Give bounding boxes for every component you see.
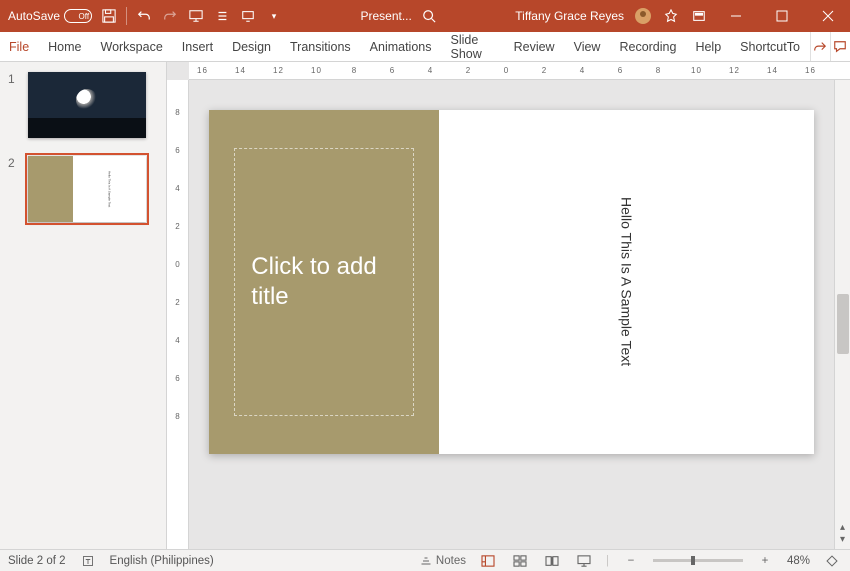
slide-right-panel: Hello This Is A Sample Text xyxy=(439,110,814,454)
accessibility-icon[interactable] xyxy=(78,553,98,569)
save-icon[interactable] xyxy=(100,7,118,25)
qat-customize-icon[interactable]: ▾ xyxy=(265,7,283,25)
maximize-button[interactable] xyxy=(764,0,800,32)
fit-to-window-icon[interactable] xyxy=(822,553,842,569)
tab-help[interactable]: Help xyxy=(686,32,731,61)
slide-left-panel: Click to add title xyxy=(209,110,439,454)
slide-thumbnail-2[interactable]: Hello This Is A Sample Text xyxy=(28,156,146,222)
language-label[interactable]: English (Philippines) xyxy=(110,555,214,567)
undo-icon[interactable] xyxy=(135,7,153,25)
next-slide-icon[interactable]: ▾ xyxy=(840,535,845,545)
zoom-in-icon[interactable]: + xyxy=(755,553,775,569)
title-placeholder[interactable]: Click to add title xyxy=(234,148,413,416)
slide-thumbnail-1[interactable] xyxy=(28,72,146,138)
reading-view-icon[interactable] xyxy=(542,553,562,569)
tab-transitions[interactable]: Transitions xyxy=(281,32,361,61)
slide-canvas-area[interactable]: Click to add title Hello This Is A Sampl… xyxy=(189,80,834,549)
zoom-out-icon[interactable]: − xyxy=(621,553,641,569)
vertical-scrollbar[interactable]: ▴ ▾ xyxy=(834,80,850,549)
notes-toggle[interactable]: Notes xyxy=(420,553,466,569)
tab-workspace[interactable]: Workspace xyxy=(92,32,173,61)
slide-counter[interactable]: Slide 2 of 2 xyxy=(8,555,66,567)
autosave-toggle[interactable]: AutoSave Off xyxy=(8,9,92,23)
tab-review[interactable]: Review xyxy=(505,32,565,61)
tab-design[interactable]: Design xyxy=(223,32,281,61)
ribbon-display-icon[interactable] xyxy=(690,7,708,25)
zoom-knob[interactable] xyxy=(691,556,695,565)
autosave-label: AutoSave xyxy=(8,9,60,23)
present-icon[interactable] xyxy=(187,7,205,25)
autosave-switch[interactable]: Off xyxy=(64,9,92,23)
slide-thumbnail-panel: 1 2 Hello This Is A Sample Text xyxy=(0,62,167,549)
zoom-value[interactable]: 48% xyxy=(787,555,810,567)
thumb-number: 1 xyxy=(8,72,20,138)
scrollbar-thumb[interactable] xyxy=(837,294,849,354)
vertical-ruler[interactable]: 864202468 xyxy=(167,80,189,549)
current-slide[interactable]: Click to add title Hello This Is A Sampl… xyxy=(209,110,814,454)
moon-icon xyxy=(76,89,98,111)
touch-icon[interactable] xyxy=(239,7,257,25)
close-button[interactable] xyxy=(810,0,846,32)
prev-slide-icon[interactable]: ▴ xyxy=(840,523,845,533)
tab-recording[interactable]: Recording xyxy=(610,32,686,61)
tab-insert[interactable]: Insert xyxy=(173,32,223,61)
comments-button[interactable] xyxy=(830,32,850,61)
tab-file[interactable]: File xyxy=(0,32,39,61)
horizontal-ruler[interactable]: 1614121086420246810121416 xyxy=(189,62,850,80)
user-name[interactable]: Tiffany Grace Reyes xyxy=(515,9,624,23)
tab-view[interactable]: View xyxy=(565,32,611,61)
tab-slideshow[interactable]: Slide Show xyxy=(442,32,505,61)
list-icon[interactable] xyxy=(213,7,231,25)
normal-view-icon[interactable] xyxy=(478,553,498,569)
thumb-sample-text: Hello This Is A Sample Text xyxy=(107,171,111,207)
slidesorter-view-icon[interactable] xyxy=(510,553,530,569)
tab-shortcut[interactable]: ShortcutTo xyxy=(731,32,810,61)
tab-animations[interactable]: Animations xyxy=(361,32,442,61)
slideshow-view-icon[interactable] xyxy=(574,553,594,569)
avatar[interactable] xyxy=(634,7,652,25)
sample-text[interactable]: Hello This Is A Sample Text xyxy=(618,197,634,366)
status-bar: Slide 2 of 2 English (Philippines) Notes… xyxy=(0,549,850,571)
tab-home[interactable]: Home xyxy=(39,32,91,61)
share-button[interactable] xyxy=(810,32,830,61)
ribbon-tabs: File Home Workspace Insert Design Transi… xyxy=(0,32,850,62)
minimize-button[interactable] xyxy=(718,0,754,32)
redo-icon[interactable] xyxy=(161,7,179,25)
title-bar: AutoSave Off ▾ Present... Tiffany Grace … xyxy=(0,0,850,32)
title-placeholder-text: Click to add title xyxy=(251,252,396,312)
thumb-number: 2 xyxy=(8,156,20,222)
coming-soon-icon[interactable] xyxy=(662,7,680,25)
zoom-slider[interactable] xyxy=(653,559,743,562)
search-icon[interactable] xyxy=(420,7,438,25)
document-title: Present... xyxy=(360,9,411,23)
